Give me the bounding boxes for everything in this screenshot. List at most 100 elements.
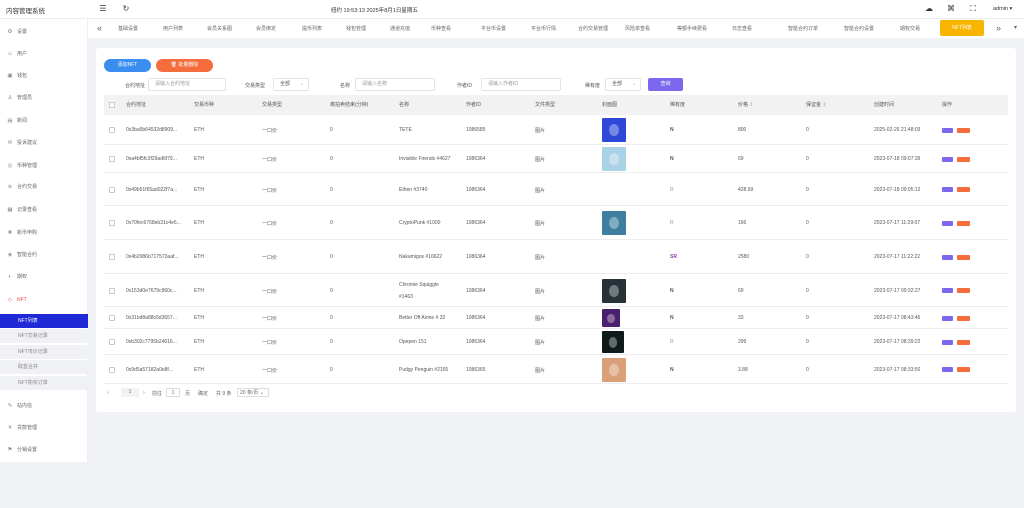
select-all-checkbox[interactable]	[109, 102, 115, 108]
row-checkbox[interactable]	[109, 366, 115, 373]
delete-button[interactable]	[957, 254, 970, 260]
delete-button[interactable]	[957, 339, 970, 345]
delete-button[interactable]	[957, 127, 970, 133]
tab-15[interactable]: 智能合约设置	[844, 23, 874, 35]
sidebar-item-0[interactable]: ⚙ 设置	[0, 23, 88, 41]
tab-9[interactable]: 平台币行情	[531, 23, 556, 35]
tab-5[interactable]: 钱包管理	[346, 23, 366, 35]
prev-page-icon[interactable]: ‹	[107, 390, 109, 396]
tab-14[interactable]: 智能合约订单	[788, 23, 818, 35]
user-menu[interactable]: admin ▾	[993, 6, 1012, 12]
tab-7[interactable]: 币种查看	[431, 23, 451, 35]
tab-4[interactable]: 提币列表	[302, 23, 322, 35]
delete-button[interactable]	[957, 220, 970, 226]
tab-17[interactable]: NFT列表	[940, 20, 984, 36]
delete-button[interactable]	[957, 315, 970, 321]
sidebar-item-4[interactable]: ▤ 新闻	[0, 112, 88, 130]
edit-button[interactable]	[942, 315, 953, 321]
sidebar-item-12[interactable]: ◇ NFT	[0, 291, 88, 309]
edit-button[interactable]	[942, 127, 953, 133]
delete-button[interactable]	[957, 187, 970, 192]
add-nft-button[interactable]: 添加NFT	[104, 59, 151, 72]
edit-button[interactable]	[942, 156, 953, 162]
sidebar-bottom-item-1[interactable]: ¥ 贷款管理	[0, 419, 88, 437]
search-button[interactable]: 查询	[648, 78, 683, 91]
column-header-9[interactable]: 价格 ⇕	[738, 95, 754, 115]
tab-16[interactable]: 期权交易	[900, 23, 920, 35]
sidebar-subitem-3[interactable]: 取盒合并	[0, 360, 88, 374]
tab-1[interactable]: 用户列表	[163, 23, 183, 35]
refresh-icon[interactable]: ↻	[121, 4, 131, 14]
sidebar-item-3[interactable]: ♙ 管理员	[0, 89, 88, 107]
sidebar-subitem-1[interactable]: NFT交易记录	[0, 329, 88, 343]
sidebar-subitem-0[interactable]: NFT列表	[0, 314, 88, 328]
row-checkbox[interactable]	[109, 339, 115, 345]
row-checkbox[interactable]	[109, 287, 115, 294]
cell-type: 一口价	[262, 157, 278, 163]
tab-6[interactable]: 通道充值	[390, 23, 410, 35]
edit-button[interactable]	[942, 254, 953, 260]
tab-8[interactable]: 平台币设置	[481, 23, 506, 35]
delete-button[interactable]	[957, 288, 970, 293]
cell-author: 1086364	[466, 156, 486, 162]
delete-button[interactable]	[957, 367, 970, 372]
sidebar-item-1[interactable]: ☺ 用户	[0, 45, 88, 63]
type-select[interactable]: 全部 ⌄	[273, 78, 309, 91]
sidebar-bottom-item-2[interactable]: ⚑ 分销设置	[0, 441, 88, 459]
sidebar-item-8[interactable]: ▦ 记录查看	[0, 201, 88, 219]
tab-13[interactable]: 日志查看	[732, 23, 752, 35]
tab-10[interactable]: 合约交易管理	[578, 23, 608, 35]
sidebar-item-11[interactable]: ◐ 期权	[0, 268, 88, 286]
edit-button[interactable]	[942, 220, 953, 226]
tabs-left-icon[interactable]: «	[97, 22, 102, 34]
table-header: 合约地址 交易币种 交易类型 离拍卖结束(分钟) 名称 作者ID 文件类型 封面图 稀有度 价格 …	[104, 95, 1008, 115]
tab-3[interactable]: 会员绑定	[256, 23, 276, 35]
column-header-10[interactable]: 保证金 ⇕	[806, 95, 827, 115]
sidebar-item-6[interactable]: ◎ 币种管理	[0, 157, 88, 175]
sidebar-item-2[interactable]: ▣ 钱包	[0, 67, 88, 85]
cell-deposit: 0	[806, 315, 809, 321]
pager-input[interactable]: 1	[166, 388, 180, 397]
batch-delete-button[interactable]: 🗑 批量删除	[156, 59, 213, 72]
sort-icon[interactable]: ⇕	[748, 102, 753, 108]
name-input[interactable]: 请输入名称	[355, 78, 435, 91]
author-input[interactable]: 请输入作者ID	[481, 78, 561, 91]
row-checkbox[interactable]	[109, 186, 115, 193]
tag-icon[interactable]: ⌘	[946, 4, 956, 14]
edit-button[interactable]	[942, 339, 953, 345]
fullscreen-icon[interactable]: ⛶	[968, 4, 978, 14]
row-checkbox[interactable]	[109, 315, 115, 321]
rarity-select[interactable]: 全部 ⌄	[605, 78, 641, 91]
sidebar-subitem-2[interactable]: NFT市价记录	[0, 345, 88, 359]
sidebar-bottom-item-0[interactable]: ✎ 站内信	[0, 397, 88, 415]
sidebar-subitem-4[interactable]: NFT购买订单	[0, 376, 88, 390]
page-size-select[interactable]: 20 条/页 ⌄	[237, 388, 269, 397]
menu-toggle-icon[interactable]: ☰	[98, 4, 108, 14]
admin-icon: ♙	[7, 95, 13, 101]
pager-page[interactable]: 1	[121, 388, 139, 397]
row-checkbox[interactable]	[109, 156, 115, 162]
sidebar-item-5[interactable]: ✉ 投诉建议	[0, 134, 88, 152]
sidebar-item-10[interactable]: ◈ 智能合约	[0, 246, 88, 264]
row-checkbox[interactable]	[109, 127, 115, 133]
theme-icon[interactable]: ☁	[924, 4, 934, 14]
row-checkbox[interactable]	[109, 254, 115, 260]
sort-icon[interactable]: ⇕	[821, 102, 826, 108]
tabs-right-icon[interactable]: »	[996, 22, 1001, 34]
edit-button[interactable]	[942, 367, 953, 372]
tab-2[interactable]: 会员关系图	[207, 23, 232, 35]
edit-button[interactable]	[942, 187, 953, 192]
tab-0[interactable]: 基础设置	[118, 23, 138, 35]
edit-button[interactable]	[942, 288, 953, 293]
delete-button[interactable]	[957, 156, 970, 162]
sidebar-item-9[interactable]: ✚ 新币申购	[0, 224, 88, 242]
next-page-icon[interactable]: ›	[143, 390, 145, 396]
contract-input[interactable]: 请输入合约地址	[148, 78, 226, 91]
row-checkbox[interactable]	[109, 220, 115, 226]
pager-confirm-button[interactable]: 确定	[198, 390, 208, 397]
sidebar-item-label: 贷款管理	[17, 425, 38, 431]
tabs-menu-icon[interactable]: ▾	[1014, 22, 1017, 34]
sidebar-item-7[interactable]: ≋ 合约交易	[0, 178, 88, 196]
tab-11[interactable]: 风险单查看	[625, 23, 650, 35]
tab-12[interactable]: 等额手续费看	[677, 23, 707, 35]
